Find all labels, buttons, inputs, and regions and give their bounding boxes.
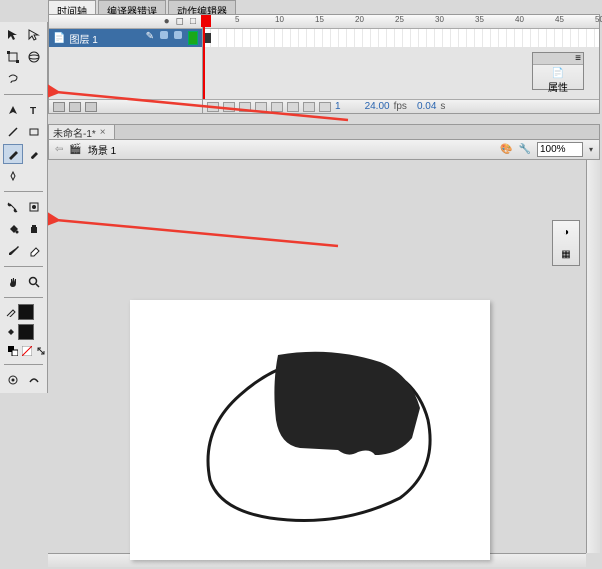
layer-row[interactable]: 📄 图层 1 ✎ — [49, 29, 202, 47]
zoom-dropdown-icon[interactable]: ▾ — [589, 145, 593, 154]
fps-value: 24.00 — [365, 101, 390, 112]
swap-colors-icon[interactable] — [35, 345, 47, 357]
vertical-scrollbar[interactable] — [586, 160, 600, 553]
tick: 40 — [515, 15, 524, 24]
fill-bucket-icon — [6, 327, 16, 337]
layer-pencil-icon: ✎ — [146, 31, 154, 45]
last-frame-button[interactable] — [271, 102, 283, 112]
line-tool-icon[interactable] — [3, 122, 23, 142]
tick: 25 — [395, 15, 404, 24]
text-tool-icon[interactable]: T — [25, 100, 45, 120]
frame-ruler[interactable]: 1 5 10 15 20 25 30 35 40 45 50 — [203, 15, 599, 29]
default-colors-icon[interactable] — [7, 345, 19, 357]
delete-layer-button[interactable] — [85, 102, 97, 112]
zoom-value: 100% — [540, 144, 566, 155]
subselection-tool-icon[interactable] — [25, 25, 45, 45]
option-smooth-icon[interactable] — [25, 370, 45, 390]
document-tab-bar: 未命名-1* × — [48, 124, 600, 140]
eyedropper-tool-icon[interactable] — [3, 241, 23, 261]
play-button[interactable] — [239, 102, 251, 112]
document-name: 未命名-1* — [53, 125, 96, 140]
onion-skin-button[interactable] — [287, 102, 299, 112]
zoom-input[interactable]: 100% — [537, 142, 583, 157]
first-frame-button[interactable] — [207, 102, 219, 112]
bind-tool-icon[interactable] — [25, 197, 45, 217]
scene-label[interactable]: 场景 1 — [88, 142, 116, 157]
new-folder-button[interactable] — [69, 102, 81, 112]
layers-panel: ● ◻ □ 📄 图层 1 ✎ — [49, 15, 203, 113]
svg-text:T: T — [30, 106, 36, 116]
stroke-color-swatch[interactable] — [18, 304, 34, 320]
lasso-tool-icon[interactable] — [3, 69, 23, 89]
properties-label: 属性 — [533, 79, 583, 94]
edit-scene-icon[interactable]: 🎨 — [500, 144, 512, 155]
timeline-panel: ● ◻ □ 📄 图层 1 ✎ 1 5 10 15 20 25 — [48, 14, 600, 114]
tick: 10 — [275, 15, 284, 24]
layer-type-icon: 📄 — [53, 33, 65, 44]
deco-tool-icon[interactable] — [3, 166, 23, 186]
properties-panel[interactable]: ≡ 📄 属性 — [532, 52, 584, 90]
time-value: 0.04 — [417, 101, 436, 112]
seconds-label: s — [440, 101, 445, 112]
tick: 50 — [595, 15, 602, 24]
option-snap-icon[interactable] — [3, 370, 23, 390]
properties-icon: 📄 — [533, 68, 583, 79]
stroke-pencil-icon — [6, 307, 16, 317]
tick: 30 — [435, 15, 444, 24]
stage-canvas[interactable] — [130, 300, 490, 560]
ink-bottle-tool-icon[interactable] — [25, 219, 45, 239]
tool-palette: T — [0, 22, 48, 393]
layer-lock-dot-icon[interactable] — [174, 31, 182, 39]
tick: 45 — [555, 15, 564, 24]
close-document-icon[interactable]: × — [100, 127, 106, 138]
tick: 35 — [475, 15, 484, 24]
eraser-tool-icon[interactable] — [25, 241, 45, 261]
no-color-icon[interactable] — [21, 345, 33, 357]
timeline-status: 1 24.00 fps 0.04 s — [203, 99, 599, 113]
rectangle-tool-icon[interactable] — [25, 122, 45, 142]
layers-header: ● ◻ □ — [49, 15, 202, 29]
paint-bucket-tool-icon[interactable] — [3, 219, 23, 239]
zoom-tool-icon[interactable] — [25, 272, 45, 292]
layer-outline-box-icon[interactable] — [188, 31, 198, 45]
panel-menu-icon[interactable]: ≡ — [575, 53, 581, 64]
outline-column-icon[interactable]: □ — [190, 16, 196, 27]
scene-bar: ⇦ 🎬 场景 1 🎨 🔧 100% ▾ — [48, 140, 600, 160]
edit-multiple-button[interactable] — [319, 102, 331, 112]
eye-column-icon[interactable]: ● — [164, 16, 170, 27]
mini-palette-icon-1[interactable]: ◑ — [563, 227, 569, 238]
bone-tool-icon[interactable] — [3, 197, 23, 217]
edit-symbols-icon[interactable]: 🔧 — [519, 144, 531, 155]
mini-palette[interactable]: ◑ ▦ — [552, 220, 580, 266]
tick: 20 — [355, 15, 364, 24]
tick: 15 — [315, 15, 324, 24]
layer-visible-dot-icon[interactable] — [160, 31, 168, 39]
onion-outline-button[interactable] — [303, 102, 315, 112]
fill-color-swatch[interactable] — [18, 324, 34, 340]
layer-name: 图层 1 — [69, 31, 97, 46]
tick: 5 — [235, 15, 239, 24]
scene-icon: 🎬 — [69, 144, 81, 155]
3d-rotation-tool-icon[interactable] — [25, 47, 45, 67]
next-frame-button[interactable] — [255, 102, 267, 112]
stage-area: ◑ ▦ — [48, 160, 600, 567]
selection-tool-icon[interactable] — [3, 25, 23, 45]
pen-tool-icon[interactable] — [3, 100, 23, 120]
document-tab[interactable]: 未命名-1* × — [49, 125, 115, 139]
back-arrow-icon[interactable]: ⇦ — [55, 144, 63, 155]
current-frame: 1 — [335, 101, 341, 112]
hand-tool-icon[interactable] — [3, 272, 23, 292]
keyframe-icon[interactable] — [204, 33, 211, 43]
drawing — [130, 300, 490, 560]
new-layer-button[interactable] — [53, 102, 65, 112]
prev-frame-button[interactable] — [223, 102, 235, 112]
fps-label: fps — [394, 101, 407, 112]
lock-column-icon[interactable]: ◻ — [176, 16, 184, 27]
pencil-tool-icon[interactable] — [3, 144, 23, 164]
free-transform-tool-icon[interactable] — [3, 47, 23, 67]
frame-grid[interactable] — [203, 29, 599, 47]
brush-tool-icon[interactable] — [25, 144, 45, 164]
mini-palette-icon-2[interactable]: ▦ — [561, 249, 570, 260]
